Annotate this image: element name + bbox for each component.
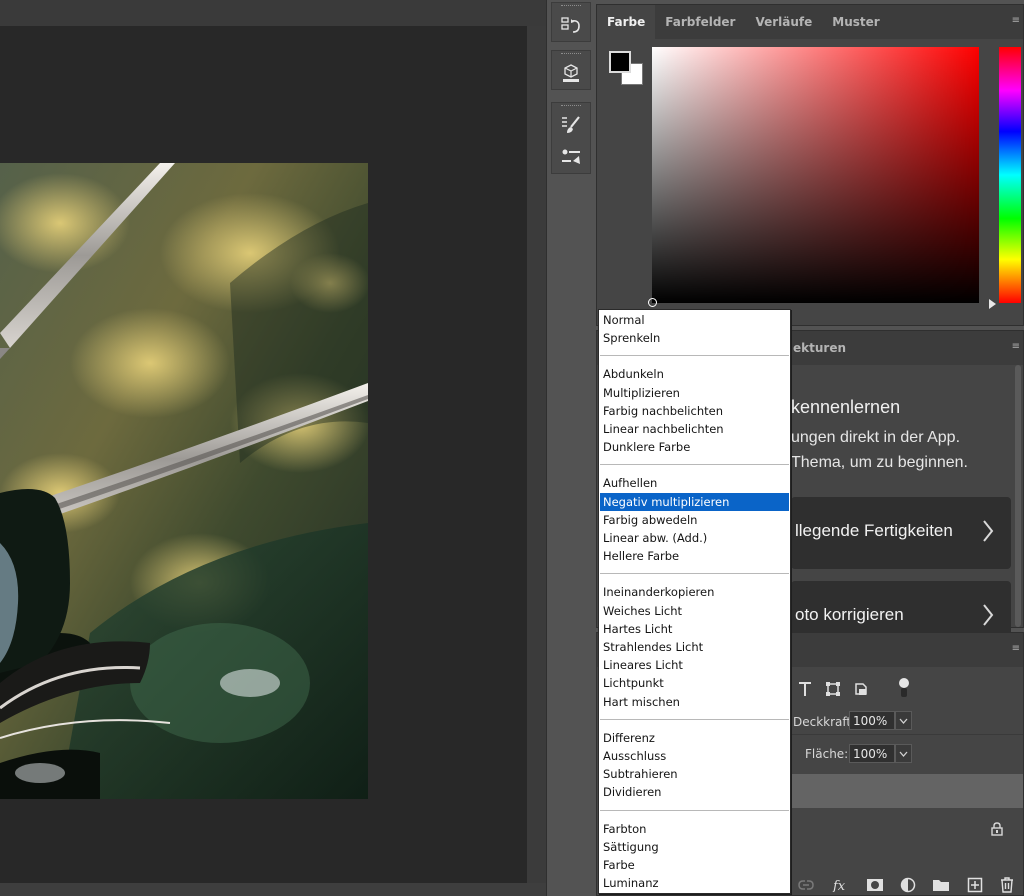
blend-mode-option[interactable]: Lineares Licht bbox=[600, 656, 789, 674]
blend-mode-dropdown-list: Normal Sprenkeln Abdunkeln Multiplizieren Fa… bbox=[598, 309, 791, 894]
collapsed-panel-strip bbox=[546, 0, 594, 896]
new-layer-icon[interactable] bbox=[967, 877, 983, 893]
photo-car-reflection bbox=[0, 163, 368, 799]
link-layers-icon[interactable] bbox=[797, 878, 815, 892]
fill-dropdown-button[interactable] bbox=[895, 744, 912, 763]
chevron-right-icon bbox=[983, 520, 994, 542]
blend-mode-option[interactable]: Aufhellen bbox=[600, 474, 789, 492]
opacity-dropdown-button[interactable] bbox=[895, 711, 912, 730]
blend-mode-option[interactable]: Lichtpunkt bbox=[600, 674, 789, 692]
blend-mode-option[interactable]: Dunklere Farbe bbox=[600, 438, 789, 456]
blend-mode-option[interactable]: Dividieren bbox=[600, 783, 789, 801]
blend-mode-option[interactable]: Abdunkeln bbox=[600, 365, 789, 383]
canvas-horizontal-scrollbar[interactable] bbox=[0, 883, 546, 896]
blend-mode-option[interactable]: Sättigung bbox=[600, 838, 789, 856]
color-picker-field[interactable] bbox=[652, 47, 979, 303]
learn-card-label: llegende Fertigkeiten bbox=[795, 521, 953, 540]
blend-mode-option[interactable]: Farbe bbox=[600, 856, 789, 874]
blend-mode-option[interactable]: Ausschluss bbox=[600, 747, 789, 765]
blend-mode-option[interactable]: Normal bbox=[600, 311, 789, 329]
learn-panel-scrollbar[interactable] bbox=[1015, 365, 1021, 627]
opacity-input[interactable]: 100% bbox=[849, 711, 895, 730]
adjustment-layer-icon[interactable] bbox=[900, 877, 916, 893]
type-layer-filter-icon[interactable] bbox=[797, 681, 813, 697]
canvas-vertical-scrollbar[interactable] bbox=[527, 26, 546, 883]
learn-heading: kennenlernen bbox=[791, 397, 901, 417]
color-panel: Farbe Farbfelder Verläufe Muster ≡ bbox=[596, 4, 1024, 326]
learn-card-fundamental-skills[interactable]: llegende Fertigkeiten bbox=[791, 497, 1011, 569]
tab-korrekturen[interactable]: ekturen bbox=[783, 331, 856, 365]
lock-icon bbox=[991, 822, 1003, 836]
blend-mode-separator bbox=[600, 809, 789, 811]
chevron-down-icon bbox=[899, 718, 908, 724]
brush-settings-icon[interactable] bbox=[552, 109, 590, 141]
opacity-label: Deckkraft: bbox=[793, 715, 856, 729]
learn-card-label: oto korrigieren bbox=[795, 605, 904, 624]
filter-toggle-icon[interactable] bbox=[897, 677, 911, 699]
blend-mode-option[interactable]: Hart mischen bbox=[600, 693, 789, 711]
color-field-marker[interactable] bbox=[648, 298, 657, 307]
foreground-color-swatch[interactable] bbox=[609, 51, 631, 73]
blend-mode-option[interactable]: Weiches Licht bbox=[600, 602, 789, 620]
blend-mode-option[interactable]: Ineinanderkopieren bbox=[600, 583, 789, 601]
panel-menu-icon[interactable]: ≡ bbox=[1012, 341, 1020, 352]
panel-menu-icon[interactable]: ≡ bbox=[1012, 15, 1020, 26]
hue-slider-marker[interactable] bbox=[989, 299, 996, 309]
shape-layer-filter-icon[interactable] bbox=[825, 681, 841, 697]
fx-icon[interactable]: fx bbox=[831, 878, 849, 892]
brush-presets-icon[interactable] bbox=[552, 141, 590, 173]
chevron-down-icon bbox=[899, 751, 908, 757]
hue-slider[interactable] bbox=[999, 47, 1021, 303]
layer-row-background[interactable] bbox=[789, 811, 1023, 847]
brush-panel-group bbox=[551, 102, 591, 174]
folder-icon[interactable] bbox=[932, 878, 950, 892]
learn-description-line2: Thema, um zu beginnen. bbox=[791, 454, 968, 471]
blend-mode-option[interactable]: Multiplizieren bbox=[600, 384, 789, 402]
color-panel-tabs: Farbe Farbfelder Verläufe Muster ≡ bbox=[597, 5, 1023, 39]
canvas[interactable] bbox=[0, 26, 527, 883]
tab-verlaeufe[interactable]: Verläufe bbox=[745, 5, 822, 39]
fill-input[interactable]: 100% bbox=[849, 744, 895, 763]
panel-menu-icon[interactable]: ≡ bbox=[1012, 643, 1020, 654]
layer-row[interactable] bbox=[789, 774, 1023, 808]
trash-icon[interactable] bbox=[999, 877, 1015, 893]
document-area bbox=[0, 0, 546, 896]
history-icon[interactable] bbox=[552, 9, 590, 41]
3d-panel-group bbox=[551, 50, 591, 90]
blend-mode-option[interactable]: Subtrahieren bbox=[600, 765, 789, 783]
smart-object-filter-icon[interactable] bbox=[853, 681, 869, 697]
blend-mode-separator bbox=[600, 355, 789, 357]
cube-icon[interactable] bbox=[552, 57, 590, 89]
history-panel-group bbox=[551, 2, 591, 42]
document-tab-strip bbox=[0, 0, 546, 26]
blend-mode-option[interactable]: Hellere Farbe bbox=[600, 547, 789, 565]
blend-mode-option[interactable]: Linear nachbelichten bbox=[600, 420, 789, 438]
blend-mode-option[interactable]: Sprenkeln bbox=[600, 329, 789, 347]
tab-muster[interactable]: Muster bbox=[822, 5, 889, 39]
blend-mode-option[interactable]: Luminanz bbox=[600, 874, 789, 892]
blend-mode-separator bbox=[600, 573, 789, 575]
blend-mode-separator bbox=[600, 718, 789, 720]
tab-farbe[interactable]: Farbe bbox=[597, 5, 656, 39]
learn-description-line1: ungen direkt in der App. bbox=[791, 429, 961, 446]
blend-mode-option[interactable]: Farbig nachbelichten bbox=[600, 402, 789, 420]
blend-mode-option[interactable]: Hartes Licht bbox=[600, 620, 789, 638]
svg-text:fx: fx bbox=[832, 879, 846, 892]
layers-bottom-toolbar: fx bbox=[789, 873, 1023, 896]
layer-mask-icon[interactable] bbox=[866, 878, 884, 892]
blend-mode-option[interactable]: Farbton bbox=[600, 820, 789, 838]
blend-mode-option[interactable]: Farbig abwedeln bbox=[600, 511, 789, 529]
divider bbox=[789, 734, 1023, 735]
blend-mode-separator bbox=[600, 464, 789, 466]
blend-mode-option[interactable]: Differenz bbox=[600, 729, 789, 747]
fill-label: Fläche: bbox=[805, 747, 849, 761]
blend-mode-option[interactable]: Strahlendes Licht bbox=[600, 638, 789, 656]
blend-mode-option[interactable]: Negativ multiplizieren bbox=[600, 492, 789, 511]
chevron-right-icon bbox=[983, 604, 994, 626]
blend-mode-option[interactable]: Linear abw. (Add.) bbox=[600, 529, 789, 547]
tab-farbfelder[interactable]: Farbfelder bbox=[655, 5, 745, 39]
